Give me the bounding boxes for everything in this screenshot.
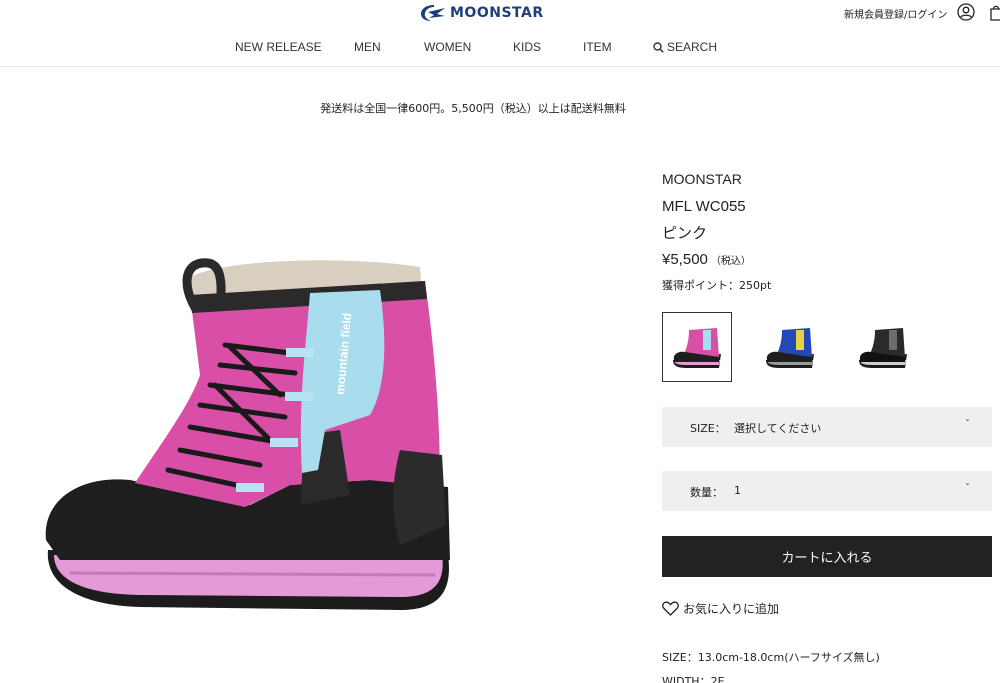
register-login-link[interactable]: 新規会員登録/ログイン [844,6,947,21]
nav-item-item[interactable]: ITEM [583,40,612,54]
size-select-label: SIZE： [690,422,726,435]
size-select[interactable]: SIZE： 選択してください ˇ [662,407,992,447]
product-price: ¥5,500 [662,251,708,268]
site-header: MOONSTAR 新規会員登録/ログイン NEW RELEASE MEN WOM… [0,0,1000,67]
quantity-select-label: 数量： [690,486,723,499]
reward-points: 獲得ポイント：250pt [662,279,772,292]
product-model: MFL WC055 [662,198,746,215]
nav-item-new-release[interactable]: NEW RELEASE [235,40,322,54]
nav-item-search[interactable]: SEARCH [653,40,717,54]
product-main-image: mountain field [40,255,460,635]
variant-thumb-pink[interactable] [662,312,732,382]
tax-label: （税込） [710,256,751,267]
shipping-notice: 発送料は全国一律600円。5,500円（税込）以上は配送料無料 [320,102,626,115]
color-variant-thumbnails [662,312,992,382]
user-icon[interactable] [957,3,975,21]
product-brand: MOONSTAR [662,171,742,187]
brand-logo[interactable]: MOONSTAR [420,4,544,22]
quantity-select[interactable]: 数量： 1 ˇ [662,471,992,511]
add-to-favorites[interactable]: お気に入りに追加 [662,600,779,617]
shopping-bag-icon[interactable] [990,3,1000,21]
nav-item-women[interactable]: WOMEN [424,40,471,54]
add-to-cart-button[interactable]: カートに入れる [662,536,992,577]
spec-size: SIZE：13.0cm-18.0cm(ハーフサイズ無し) [662,651,880,664]
spec-width: WIDTH：2E [662,675,725,683]
variant-thumb-blue[interactable] [755,312,825,382]
favorite-label: お気に入りに追加 [683,602,780,616]
blue-boot-thumbnail [766,328,814,368]
chevron-down-icon: ˇ [965,483,970,494]
nav-item-kids[interactable]: KIDS [513,40,541,54]
size-select-value: 選択してください [734,422,822,435]
chevron-down-icon: ˇ [965,419,970,430]
main-nav: NEW RELEASE MEN WOMEN KIDS ITEM SEARCH [0,40,1000,56]
quantity-select-value: 1 [734,484,741,497]
pink-boot-thumbnail [673,328,721,368]
moonstar-logo-icon [421,5,445,21]
product-color-name: ピンク [662,224,708,242]
variant-thumb-black[interactable] [848,312,918,382]
black-boot-thumbnail [859,328,907,368]
logo-text: MOONSTAR [450,5,544,21]
heart-icon [662,601,679,616]
search-icon [653,41,664,53]
nav-item-men[interactable]: MEN [354,40,381,54]
nav-search-label: SEARCH [667,40,718,54]
price-row: ¥5,500 （税込） [662,249,751,268]
